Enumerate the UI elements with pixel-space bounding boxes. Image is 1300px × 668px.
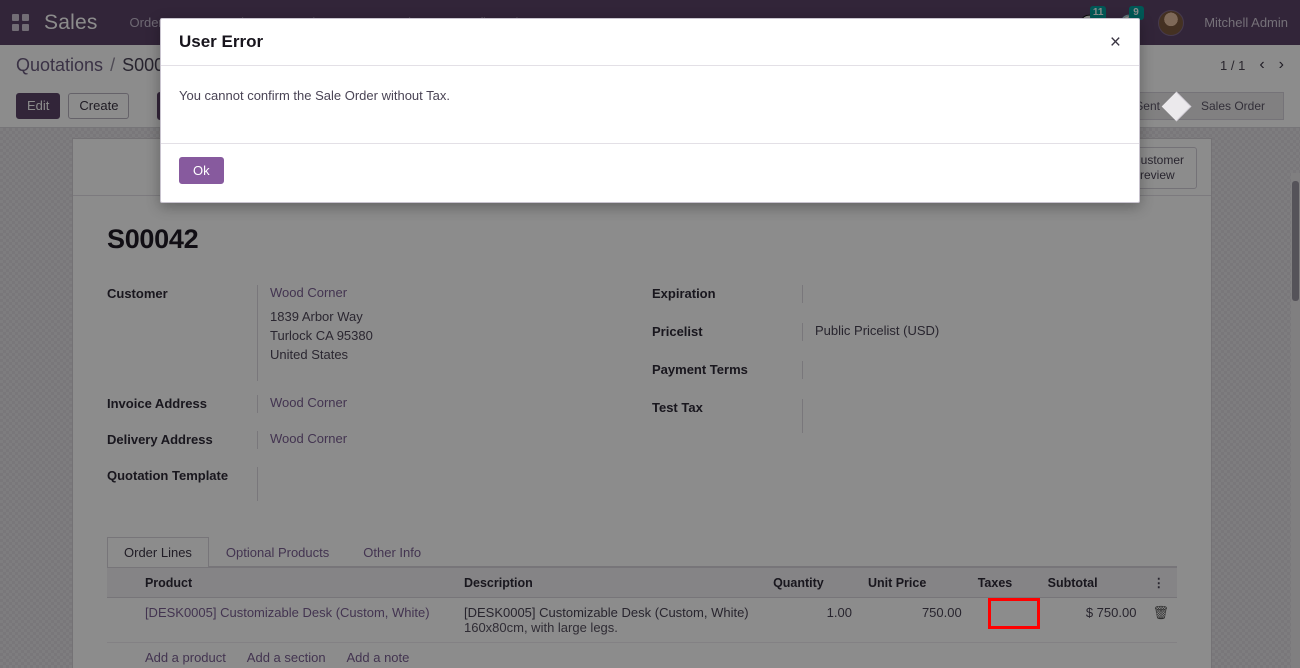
dialog-body: You cannot confirm the Sale Order withou… (161, 66, 1139, 144)
app-root: Sales Orders To Invoice Products Reporti… (0, 0, 1300, 668)
dialog-title: User Error (179, 32, 264, 51)
dialog-message: You cannot confirm the Sale Order withou… (179, 88, 450, 103)
close-icon[interactable]: × (1110, 33, 1121, 52)
dialog-footer: Ok (161, 144, 1139, 202)
user-error-dialog: User Error × You cannot confirm the Sale… (160, 18, 1140, 203)
ok-button[interactable]: Ok (179, 157, 224, 184)
dialog-header: User Error × (161, 19, 1139, 66)
